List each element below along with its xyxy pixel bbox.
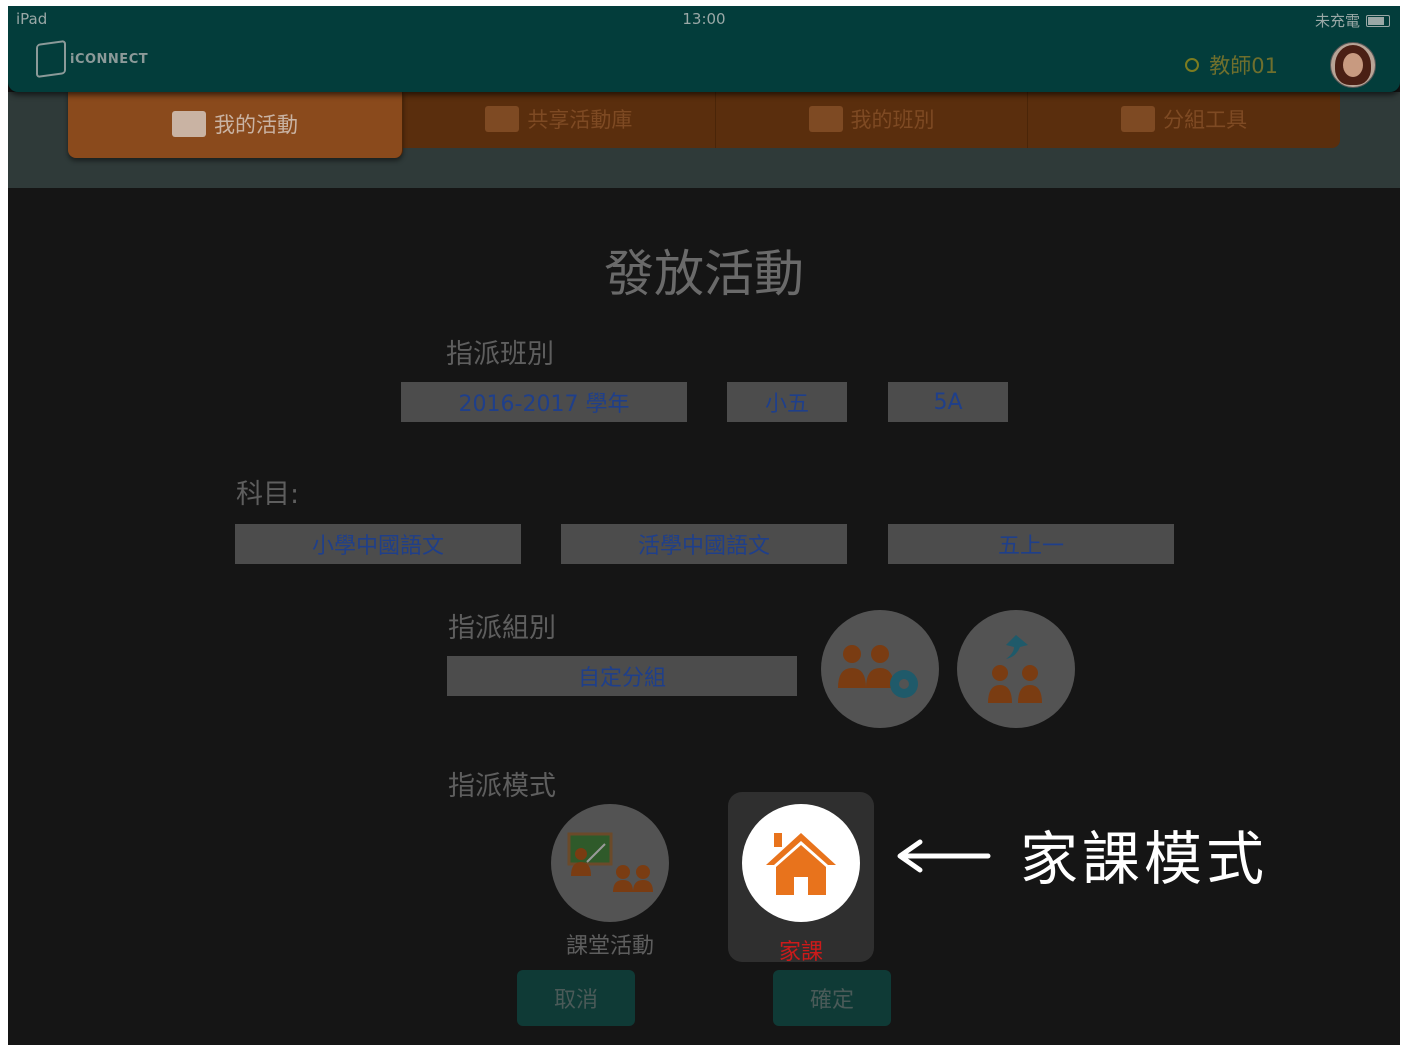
main-tabs: 我的活動 共享活動庫 我的班別 分組工具 [68,90,1340,158]
subject-label: 科目: [236,479,300,510]
activity-icon [172,111,206,137]
status-time: 13:00 [682,10,726,28]
battery-icon [1366,14,1390,27]
subject-select[interactable]: 小學中國語文 [235,524,521,564]
school-year-select[interactable]: 2016-2017 學年 [401,382,687,422]
annotation-text: 家課模式 [1020,825,1269,893]
class-select[interactable]: 5A [888,382,1008,422]
page-title: 發放活動 [604,245,804,303]
user-status: 教師01 [1185,50,1278,80]
avatar[interactable] [1330,42,1376,88]
user-name: 教師01 [1209,54,1278,78]
tab-my-activities[interactable]: 我的活動 [68,90,403,158]
textbook-select[interactable]: 活學中國語文 [561,524,847,564]
class-icon [808,106,843,132]
regroup-button[interactable] [957,610,1075,728]
tab-strip: 我的活動 共享活動庫 我的班別 分組工具 [8,90,1400,188]
assign-mode-label: 指派模式 [448,771,556,802]
logo-text: iCONNECT [70,51,149,67]
group-tool-icon [1121,106,1156,132]
group-settings-icon [838,645,918,698]
status-battery: 未充電 [1315,10,1390,31]
tab-my-classes[interactable]: 我的班別 [716,90,1029,148]
classroom-mode-label: 課堂活動 [565,934,654,959]
grade-select[interactable]: 小五 [727,382,847,422]
assign-class-label: 指派班別 [446,339,554,370]
app-header: iPad 13:00 未充電 iCONNECT 教師01 [8,6,1400,92]
tab-label: 我的班別 [850,108,935,132]
classroom-icon [567,832,653,892]
avatar-face [1343,53,1363,77]
tab-shared-library[interactable]: 共享活動庫 [403,90,716,148]
group-settings-button[interactable] [821,610,939,728]
house-icon [766,833,836,895]
folder-share-icon [485,106,520,132]
unit-select[interactable]: 五上一 [888,524,1174,564]
confirm-button[interactable]: 確定 [773,970,891,1026]
ipad-screen: iPad 13:00 未充電 iCONNECT 教師01 我的活動 共享活動庫 … [8,6,1400,1045]
tab-group-tools[interactable]: 分組工具 [1028,90,1340,148]
battery-text: 未充電 [1314,12,1360,30]
classroom-mode-button[interactable] [551,804,669,922]
tab-label: 共享活動庫 [527,108,633,132]
assign-group-label: 指派組別 [448,613,556,644]
homework-mode-button[interactable] [742,804,860,922]
tab-label: 我的活動 [214,113,298,137]
homework-mode-label: 家課 [778,940,823,965]
logo-device-icon [36,39,66,79]
regroup-icon [988,635,1042,703]
app-logo: iCONNECT [36,39,149,79]
cancel-button[interactable]: 取消 [517,970,635,1026]
tab-label: 分組工具 [1163,108,1248,132]
online-status-icon [1185,58,1200,72]
annotation-arrow-icon [897,839,991,873]
group-select[interactable]: 自定分組 [447,656,797,696]
